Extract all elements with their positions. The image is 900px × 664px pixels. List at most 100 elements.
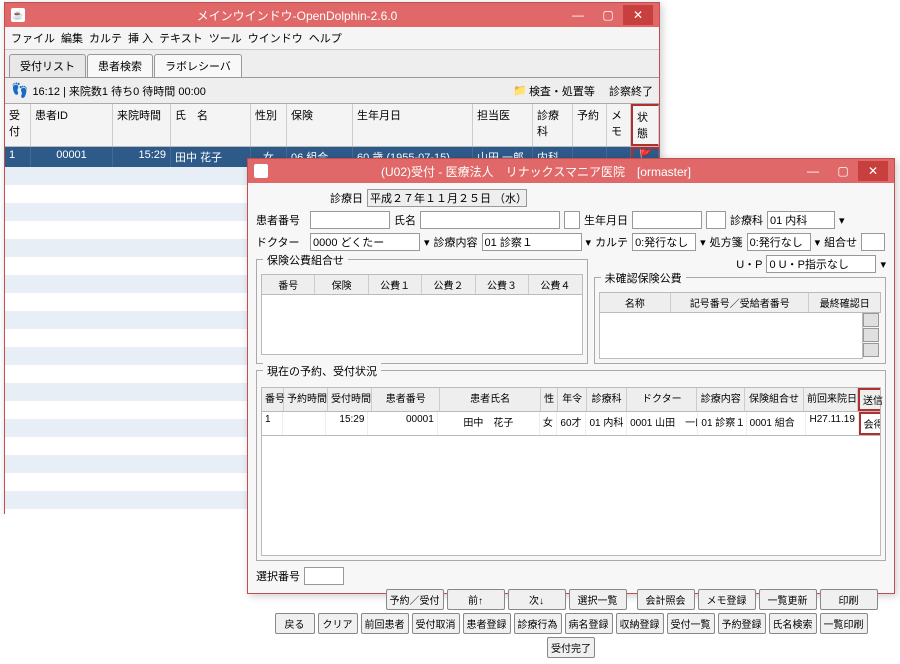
menu-item[interactable]: ツール bbox=[209, 30, 242, 46]
pid-field[interactable] bbox=[310, 211, 390, 229]
menu-item[interactable]: ファイル bbox=[11, 30, 55, 46]
menu-item[interactable]: テキスト bbox=[159, 30, 203, 46]
curr-col: 年令 bbox=[558, 388, 587, 411]
menu-item[interactable]: 編集 bbox=[61, 30, 83, 46]
dept-select[interactable] bbox=[767, 211, 835, 229]
content-label: 診療内容 bbox=[434, 234, 478, 250]
cell: 0001 山田 一郎 bbox=[627, 412, 698, 435]
app-icon: す bbox=[254, 164, 268, 178]
tab-lab[interactable]: ラボレシーバ bbox=[154, 54, 242, 77]
menu-item[interactable]: ヘルプ bbox=[309, 30, 342, 46]
name-suffix-field[interactable] bbox=[564, 211, 580, 229]
rx-select[interactable] bbox=[747, 233, 811, 251]
content-select[interactable] bbox=[482, 233, 582, 251]
cell-pid: 00001 bbox=[31, 147, 113, 167]
tab-reception[interactable]: 受付リスト bbox=[9, 54, 86, 77]
minimize-button[interactable]: — bbox=[563, 5, 593, 25]
patient-reg-button[interactable]: 患者登録 bbox=[463, 613, 511, 634]
date-label: 診療日 bbox=[330, 190, 363, 206]
col-sex[interactable]: 性別 bbox=[251, 104, 287, 146]
cell: 0001 組合 bbox=[747, 412, 807, 435]
w2-title: (U02)受付 - 医療法人 リナックスマニア医院 [ormaster] bbox=[274, 163, 798, 180]
scroll-up-button[interactable] bbox=[863, 313, 879, 327]
menu-item[interactable]: カルテ bbox=[89, 30, 122, 46]
dept-label: 診療科 bbox=[730, 212, 763, 228]
list-print-button[interactable]: 一覧印刷 bbox=[820, 613, 868, 634]
combo-field[interactable] bbox=[861, 233, 885, 251]
col-doc[interactable]: 担当医 bbox=[473, 104, 533, 146]
w1-titlebar: ☕ メインウインドウ-OpenDolphin-2.6.0 — ▢ ✕ bbox=[5, 3, 659, 27]
col-memo[interactable]: メモ bbox=[607, 104, 631, 146]
chevron-down-icon[interactable]: ▾ bbox=[424, 236, 430, 249]
curr-col: 患者番号 bbox=[372, 388, 440, 411]
chevron-down-icon[interactable]: ▾ bbox=[815, 236, 821, 249]
col-name[interactable]: 氏 名 bbox=[171, 104, 251, 146]
disease-reg-button[interactable]: 病名登録 bbox=[565, 613, 613, 634]
col-dob[interactable]: 生年月日 bbox=[353, 104, 473, 146]
up-select[interactable] bbox=[766, 255, 876, 273]
curr-col: 受付時間 bbox=[328, 388, 372, 411]
unconfirmed-ins-group: 未確認保険公費 名称 記号番号／受給者番号 最終確認日 bbox=[594, 277, 886, 364]
status-right: 検査・処置等 診察終了 bbox=[529, 83, 653, 99]
reception-done-button[interactable]: 受付完了 bbox=[547, 637, 595, 658]
chevron-down-icon[interactable]: ▾ bbox=[839, 214, 845, 227]
tab-patient-search[interactable]: 患者検索 bbox=[87, 54, 153, 77]
col-dept[interactable]: 診療科 bbox=[533, 104, 573, 146]
dob-day-field[interactable] bbox=[706, 211, 726, 229]
col-pid[interactable]: 患者ID bbox=[31, 104, 113, 146]
col-state[interactable]: 状態 bbox=[631, 104, 659, 146]
col-seq[interactable]: 受付 bbox=[5, 104, 31, 146]
cell: 00001 bbox=[368, 412, 437, 435]
clear-button[interactable]: クリア bbox=[318, 613, 358, 634]
curr-row[interactable]: 1 15:29 00001 田中 花子 女 60才 01 内科 0001 山田 … bbox=[261, 412, 881, 436]
select-no-field[interactable] bbox=[304, 567, 344, 585]
col-time[interactable]: 来院時間 bbox=[113, 104, 171, 146]
pid-label: 患者番号 bbox=[256, 212, 306, 228]
menu-item[interactable]: 挿 入 bbox=[128, 30, 153, 46]
minimize-button[interactable]: — bbox=[798, 161, 828, 181]
close-button[interactable]: ✕ bbox=[623, 5, 653, 25]
cell: 01 内科 bbox=[586, 412, 627, 435]
grp1-col: 公費１ bbox=[369, 275, 422, 294]
cell: 田中 花子 bbox=[438, 412, 540, 435]
cancel-reception-button[interactable]: 受付取消 bbox=[412, 613, 460, 634]
folder-icon: 📁 bbox=[513, 84, 527, 97]
scroll-down-button[interactable] bbox=[863, 343, 879, 357]
storage-reg-button[interactable]: 収納登録 bbox=[616, 613, 664, 634]
curr-col: 性 bbox=[541, 388, 558, 411]
name-label: 氏名 bbox=[394, 212, 416, 228]
close-button[interactable]: ✕ bbox=[858, 161, 888, 181]
reception-list-button[interactable]: 受付一覧 bbox=[667, 613, 715, 634]
cell-seq: 1 bbox=[5, 147, 31, 167]
toolbar: 👣 16:12 | 来院数1 待ち0 待時間 00:00 📁 検査・処置等 診察… bbox=[5, 78, 659, 104]
doctor-select[interactable] bbox=[310, 233, 420, 251]
karte-select[interactable] bbox=[632, 233, 696, 251]
dob-field[interactable] bbox=[632, 211, 702, 229]
curr-col: 診療内容 bbox=[697, 388, 745, 411]
java-icon: ☕ bbox=[11, 8, 25, 22]
reserve-reg-button[interactable]: 予約登録 bbox=[718, 613, 766, 634]
back-button[interactable]: 戻る bbox=[275, 613, 315, 634]
chevron-down-icon[interactable]: ▾ bbox=[700, 236, 706, 249]
name-field[interactable] bbox=[420, 211, 560, 229]
maximize-button[interactable]: ▢ bbox=[593, 5, 623, 25]
menu-item[interactable]: ウインドウ bbox=[248, 30, 303, 46]
scroll-button[interactable] bbox=[863, 328, 879, 342]
col-ins[interactable]: 保険 bbox=[287, 104, 353, 146]
grp1-col: 番号 bbox=[262, 275, 315, 294]
col-res[interactable]: 予約 bbox=[573, 104, 607, 146]
treatment-button[interactable]: 診療行為 bbox=[514, 613, 562, 634]
prev-patient-button[interactable]: 前回患者 bbox=[361, 613, 409, 634]
menubar: ファイル 編集 カルテ 挿 入 テキスト ツール ウインドウ ヘルプ bbox=[5, 27, 659, 50]
insurance-combo-group: 保険公費組合せ 番号 保険 公費１ 公費２ 公費３ 公費４ bbox=[256, 259, 588, 364]
grp2-col: 最終確認日 bbox=[809, 293, 880, 312]
maximize-button[interactable]: ▢ bbox=[828, 161, 858, 181]
date-field[interactable] bbox=[367, 189, 527, 207]
grp1-body bbox=[261, 295, 583, 355]
chevron-down-icon[interactable]: ▾ bbox=[586, 236, 592, 249]
chevron-down-icon[interactable]: ▾ bbox=[880, 258, 886, 271]
reception-window: す (U02)受付 - 医療法人 リナックスマニア医院 [ormaster] —… bbox=[247, 158, 895, 594]
w2-titlebar: す (U02)受付 - 医療法人 リナックスマニア医院 [ormaster] —… bbox=[248, 159, 894, 183]
name-search-button[interactable]: 氏名検索 bbox=[769, 613, 817, 634]
rx-label: 処方箋 bbox=[710, 234, 743, 250]
